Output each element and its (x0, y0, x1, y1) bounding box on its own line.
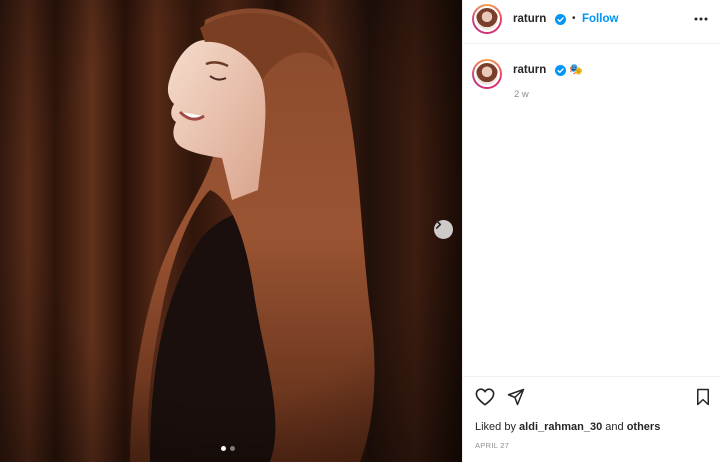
carousel-indicator (221, 446, 235, 451)
caption-timestamp[interactable]: 2 w (514, 89, 529, 100)
next-slide-button[interactable] (434, 220, 453, 239)
chevron-right-icon (435, 220, 442, 229)
carousel-dot (230, 446, 235, 451)
bookmark-icon[interactable] (696, 388, 710, 406)
liked-user-link[interactable]: aldi_rahman_30 (519, 421, 602, 433)
post-photo (0, 0, 462, 462)
likes-summary: Liked by aldi_rahman_30 and others (475, 421, 660, 433)
carousel-dot-active (221, 446, 226, 451)
liked-prefix: Liked by (475, 421, 516, 433)
post-header: raturn • Follow (463, 0, 720, 44)
caption-avatar[interactable] (472, 59, 502, 89)
post-actions: Liked by aldi_rahman_30 and others APRIL… (463, 376, 720, 462)
liked-others-link[interactable]: others (627, 421, 661, 433)
username[interactable]: raturn (513, 13, 546, 25)
separator-dot: • (572, 13, 576, 24)
paper-plane-icon[interactable] (507, 388, 525, 406)
post-side-panel: raturn • Follow raturn 🎭 2 w Liked by al… (462, 0, 720, 462)
post-date[interactable]: APRIL 27 (475, 441, 509, 450)
post-image[interactable] (0, 0, 462, 462)
heart-icon[interactable] (475, 388, 495, 406)
caption-text: 🎭 (569, 64, 583, 76)
verified-badge-icon (555, 14, 566, 25)
follow-button[interactable]: Follow (582, 13, 618, 25)
caption-username[interactable]: raturn (513, 64, 546, 76)
avatar[interactable] (472, 4, 502, 34)
liked-and: and (605, 421, 624, 433)
more-horizontal-icon[interactable] (694, 17, 708, 21)
verified-badge-icon (555, 65, 566, 76)
